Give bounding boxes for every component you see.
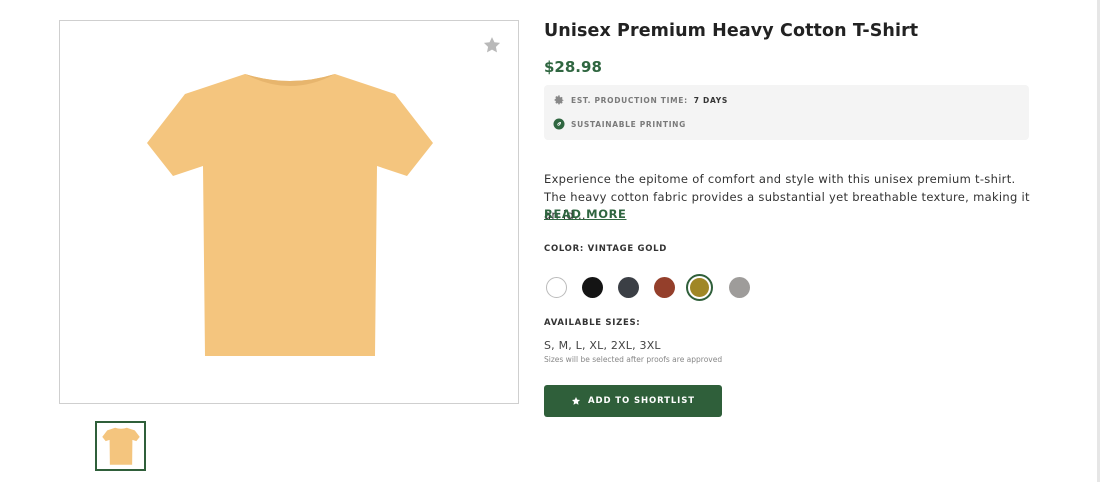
- production-time-value: 7 DAYS: [693, 95, 728, 105]
- color-swatch[interactable]: [618, 277, 639, 298]
- product-image-frame: [59, 20, 519, 404]
- tshirt-shape: [147, 74, 433, 356]
- production-time-label: EST. PRODUCTION TIME:: [571, 95, 688, 105]
- sizes-label: AVAILABLE SIZES:: [544, 318, 641, 328]
- star-icon: [571, 397, 581, 405]
- thumbnail-image[interactable]: [95, 421, 146, 471]
- sizes-list: S, M, L, XL, 2XL, 3XL: [544, 339, 661, 352]
- sustainable-label: SUSTAINABLE PRINTING: [571, 119, 687, 129]
- production-time-row: EST. PRODUCTION TIME: 7 DAYS: [553, 94, 728, 106]
- star-icon[interactable]: [482, 35, 502, 55]
- production-info-box: EST. PRODUCTION TIME: 7 DAYS SUSTAINABLE…: [544, 85, 1029, 140]
- product-title: Unisex Premium Heavy Cotton T-Shirt: [544, 21, 919, 41]
- color-label: COLOR: VINTAGE GOLD: [544, 244, 667, 254]
- color-swatches: [544, 274, 764, 301]
- color-swatch[interactable]: [686, 274, 713, 301]
- product-image: [147, 74, 433, 356]
- add-to-shortlist-button[interactable]: ADD TO SHORTLIST: [544, 385, 722, 417]
- gear-icon: [554, 95, 564, 105]
- tshirt-thumbnail-icon: [101, 427, 140, 465]
- color-swatch[interactable]: [654, 277, 675, 298]
- add-to-shortlist-label: ADD TO SHORTLIST: [588, 396, 695, 406]
- sizes-note: Sizes will be selected after proofs are …: [544, 355, 723, 364]
- leaf-icon: [553, 118, 565, 130]
- color-swatch[interactable]: [546, 277, 567, 298]
- color-swatch[interactable]: [729, 277, 750, 298]
- color-swatch[interactable]: [582, 277, 603, 298]
- sustainable-row: SUSTAINABLE PRINTING: [553, 118, 686, 130]
- read-more-link[interactable]: READ MORE: [544, 207, 627, 221]
- product-price: $28.98: [544, 58, 602, 76]
